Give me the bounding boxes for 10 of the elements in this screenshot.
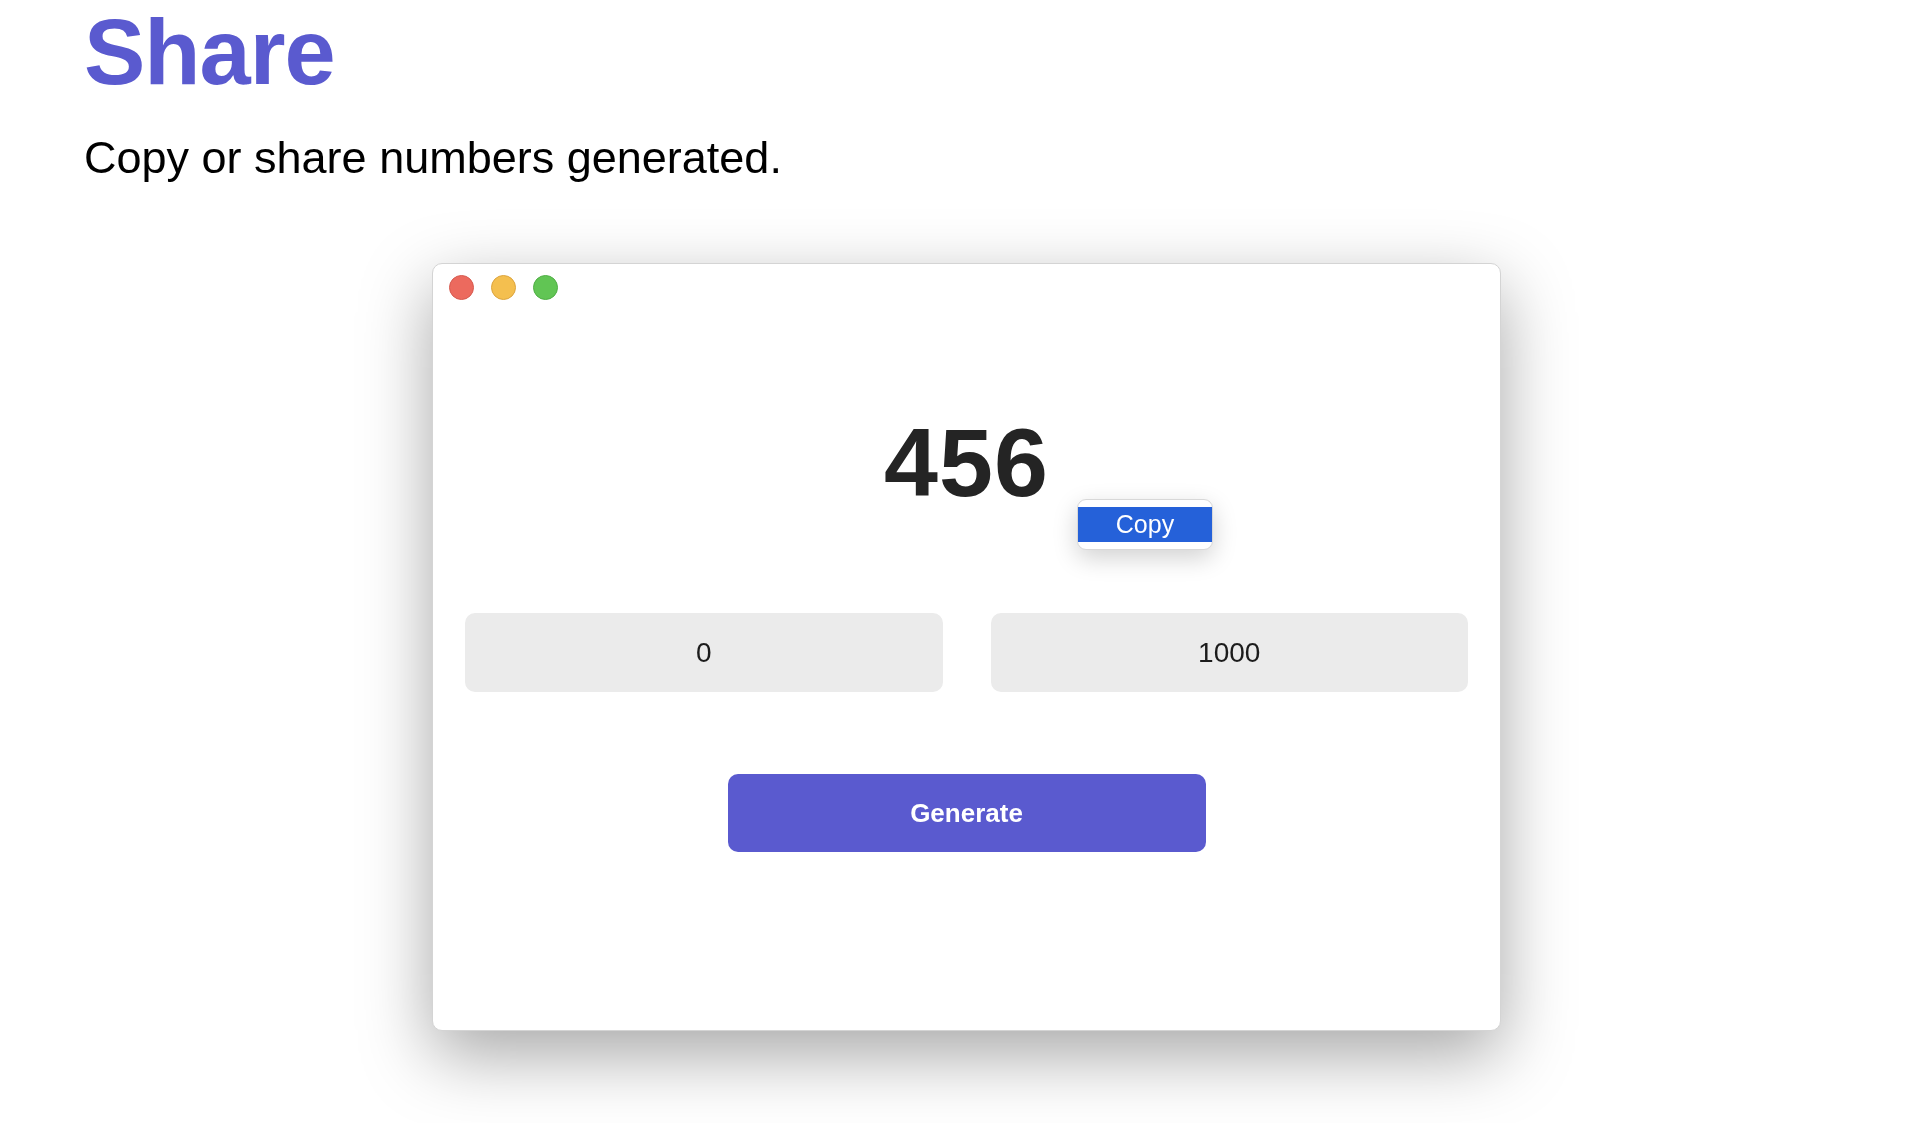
minimize-icon[interactable]	[491, 275, 516, 300]
input-field[interactable]: 1000	[990, 613, 1468, 692]
close-icon[interactable]	[449, 275, 474, 300]
input-field[interactable]: 0	[465, 613, 943, 692]
generate-button[interactable]: Generate	[727, 774, 1206, 852]
zoom-icon[interactable]	[533, 275, 558, 300]
page-subtitle: Copy or share numbers generated.	[84, 135, 782, 180]
page-title: Share	[84, 6, 335, 98]
generated-number: 456	[884, 414, 1049, 511]
menu-item[interactable]: Copy	[1078, 507, 1212, 542]
